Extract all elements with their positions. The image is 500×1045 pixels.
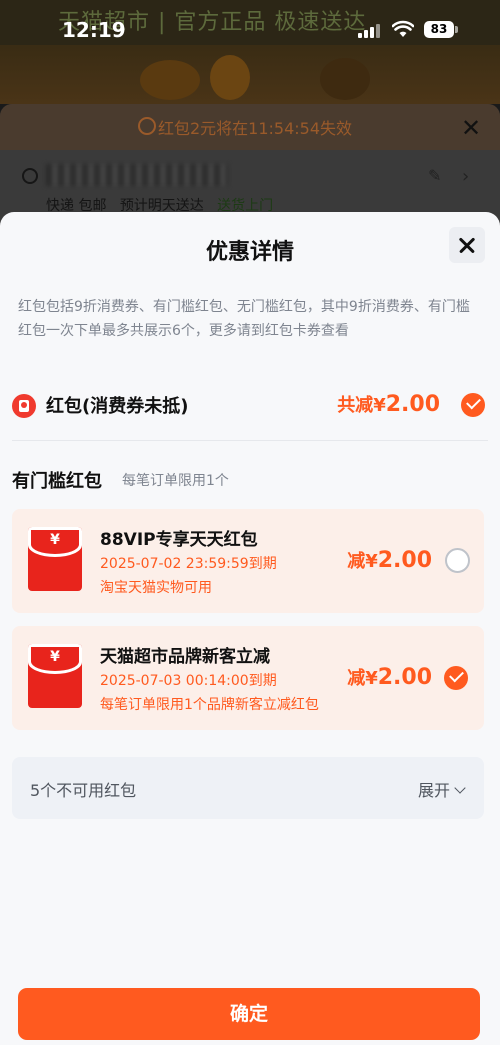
sheet-description: 红包包括9折消费券、有门槛红包、无门槛红包，其中9折消费券、有门槛红包一次下单最…: [18, 299, 470, 339]
coupon-check-icon[interactable]: [444, 666, 468, 690]
divider: [12, 440, 488, 441]
close-button[interactable]: [449, 227, 485, 263]
background-product-image: [320, 58, 370, 100]
status-bar: 12:19 83: [0, 0, 500, 60]
sheet-title: 优惠详情: [205, 240, 294, 265]
background-expire-text: 红包2元将在11:54:54失效: [158, 119, 353, 138]
red-packet-summary[interactable]: 红包(消费券未抵) 共减¥2.00: [12, 387, 488, 423]
coupon-card[interactable]: ¥ 88VIP专享天天红包 2025-07-02 23:59:59到期 淘宝天猫…: [12, 509, 484, 613]
red-envelope-icon: ¥: [28, 527, 82, 591]
coupon-title: 88VIP专享天天红包: [100, 530, 258, 550]
confirm-button[interactable]: 确定: [18, 988, 480, 1040]
background-product-image: [140, 60, 200, 100]
coupon-expiry: 2025-07-03 00:14:00到期: [100, 673, 277, 689]
battery-cap: [455, 26, 458, 33]
red-envelope-icon: ¥: [28, 644, 82, 708]
coupon-card[interactable]: ¥ 天猫超市品牌新客立减 2025-07-03 00:14:00到期 每笔订单限…: [12, 626, 484, 730]
coupon-radio-unchecked[interactable]: [445, 548, 470, 573]
coupon-scope: 淘宝天猫实物可用: [100, 580, 212, 596]
background-chevron-icon: ›: [462, 166, 470, 187]
red-packet-icon: [12, 394, 36, 418]
background-address-blurred: [46, 164, 228, 186]
summary-label: 红包(消费券未抵): [46, 396, 189, 417]
battery-icon: 83: [424, 21, 454, 38]
status-time: 12:19: [62, 18, 126, 42]
coupon-amount: 减¥2.00: [347, 548, 432, 573]
coupon-expiry: 2025-07-02 23:59:59到期: [100, 556, 277, 572]
wifi-icon: [392, 20, 414, 37]
discount-details-sheet: 优惠详情 红包包括9折消费券、有门槛红包、无门槛红包，其中9折消费券、有门槛红包…: [0, 212, 500, 1045]
threshold-section-note: 每笔订单限用1个: [122, 473, 229, 489]
unavailable-label: 5个不可用红包: [30, 781, 137, 800]
summary-amount: 共减¥2.00: [337, 392, 440, 417]
threshold-section-title: 有门槛红包: [12, 471, 102, 492]
background-product-image: [210, 55, 250, 100]
cellular-signal-icon: [358, 24, 382, 38]
expand-button[interactable]: 展开: [417, 777, 466, 801]
chevron-down-icon: [454, 782, 466, 794]
location-icon: [22, 168, 38, 184]
expand-label: 展开: [417, 781, 450, 800]
coupon-amount: 减¥2.00: [347, 665, 432, 690]
background-edit-icon: ✎: [428, 166, 442, 185]
coupon-title: 天猫超市品牌新客立减: [100, 647, 270, 667]
coupon-scope: 每笔订单限用1个品牌新客立减红包: [100, 697, 319, 713]
background-close-icon: ✕: [461, 114, 482, 142]
summary-check-icon[interactable]: [461, 393, 485, 417]
unavailable-coupons-row[interactable]: 5个不可用红包 展开: [12, 757, 484, 819]
